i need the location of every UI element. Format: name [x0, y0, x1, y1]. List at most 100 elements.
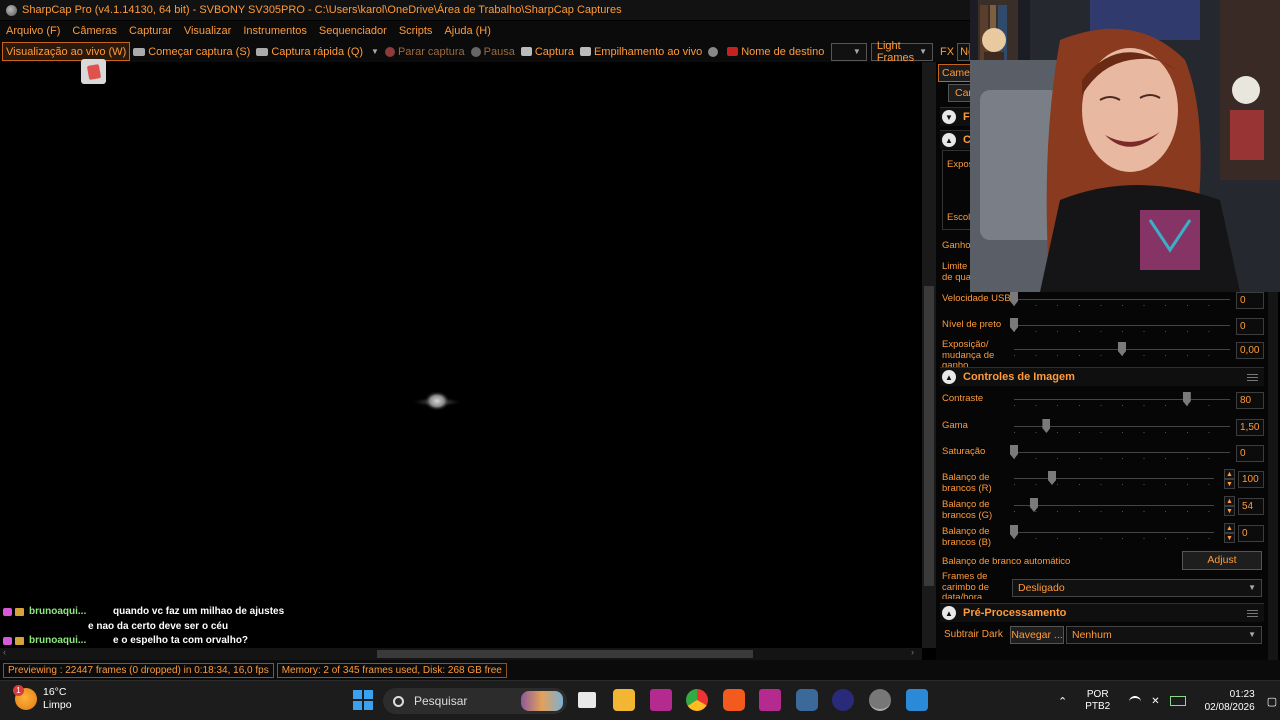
task-view-icon[interactable]: [578, 692, 596, 708]
timestamp-select[interactable]: Desligado ▼: [1012, 579, 1262, 597]
gamma-slider[interactable]: [1042, 419, 1051, 433]
chat-badge-icon: [3, 637, 12, 645]
notification-icon[interactable]: ▢: [1267, 695, 1277, 708]
wb-red-stepper[interactable]: ▲ ▼: [1224, 469, 1235, 489]
brave-icon[interactable]: [723, 689, 745, 711]
chevron-down-icon[interactable]: ▼: [371, 47, 379, 56]
image-controls-section[interactable]: ▲ Controles de Imagem: [940, 367, 1264, 386]
wb-red-slider[interactable]: [1048, 471, 1056, 485]
taskbar-search[interactable]: Pesquisar: [383, 688, 567, 714]
preview-vertical-scrollbar[interactable]: [922, 62, 936, 648]
camera-icon: [256, 47, 269, 56]
hamburger-menu-icon[interactable]: [1247, 609, 1258, 617]
live-view-label: Visualização ao vivo (W): [6, 45, 127, 58]
arrow-down-icon[interactable]: ▼: [1224, 506, 1235, 516]
app-blue-icon[interactable]: [906, 689, 928, 711]
chat-badge-icon: [15, 608, 24, 616]
exposure-gain-value[interactable]: 0,00: [1236, 342, 1264, 359]
stellarium-icon[interactable]: [832, 689, 854, 711]
contrast-row: Contraste 80: [942, 390, 1264, 414]
camera-app-icon[interactable]: [796, 689, 818, 711]
contrast-value[interactable]: 80: [1236, 392, 1264, 409]
snapshot-button[interactable]: Captura: [518, 42, 577, 61]
adjust-button[interactable]: Adjust: [1182, 551, 1262, 570]
menu-sequencer[interactable]: Sequenciador: [313, 25, 393, 37]
dark-frame-select[interactable]: Nenhum ▼: [1066, 626, 1262, 644]
subtract-dark-label: Subtrair Dark: [944, 629, 1003, 640]
chevron-down-icon: ▼: [919, 47, 928, 56]
file-explorer-icon[interactable]: [613, 689, 635, 711]
section-f-title: F: [963, 111, 970, 123]
hamburger-menu-icon[interactable]: [1247, 373, 1258, 381]
target-name-dropdown[interactable]: ▼: [831, 42, 867, 61]
pause-button[interactable]: Pausa: [468, 42, 518, 61]
language-indicator[interactable]: POR PTB2: [1085, 689, 1110, 713]
target-icon: [727, 47, 739, 56]
menu-view[interactable]: Visualizar: [178, 25, 238, 37]
start-capture-button[interactable]: Começar captura (S): [130, 42, 253, 61]
usb-speed-row: Velocidade USB 0: [942, 290, 1264, 314]
menu-cameras[interactable]: Câmeras: [66, 25, 123, 37]
usb-speed-value[interactable]: 0: [1236, 292, 1264, 309]
auto-wb-label: Balanço de branco automático: [942, 556, 1071, 567]
wb-green-slider[interactable]: [1030, 498, 1038, 512]
stop-capture-button[interactable]: Parar captura: [382, 42, 468, 61]
app-pink-icon[interactable]: [650, 689, 672, 711]
preprocessing-section[interactable]: ▲ Pré-Processamento: [940, 603, 1264, 622]
app-pink-2-icon[interactable]: [759, 689, 781, 711]
menu-help[interactable]: Ajuda (H): [438, 25, 496, 37]
menu-capture[interactable]: Capturar: [123, 25, 178, 37]
camera-button[interactable]: Car: [948, 84, 972, 102]
snapshot-label: Captura: [534, 45, 574, 58]
clock[interactable]: 01:23 02/08/2026: [1205, 688, 1255, 714]
arrow-down-icon[interactable]: ▼: [1224, 533, 1235, 543]
black-level-value[interactable]: 0: [1236, 318, 1264, 335]
chat-badge-icon: [3, 608, 12, 616]
windows-taskbar: 1 16°C Limpo Pesquisar ⌃ POR PTB2 ✕ 01:2…: [0, 680, 1280, 720]
wb-green-label: Balanço de brancos (G): [942, 499, 993, 521]
preview-status: Previewing : 22447 frames (0 dropped) in…: [3, 662, 274, 678]
arrow-up-icon[interactable]: ▲: [1224, 523, 1235, 533]
arrow-up-icon[interactable]: ▲: [1224, 496, 1235, 506]
camera-tab[interactable]: Camer: [938, 64, 974, 82]
preview-horizontal-scrollbar[interactable]: ‹ ›: [0, 647, 922, 660]
stop-capture-label: Parar captura: [397, 45, 465, 58]
snapshot-icon: [520, 47, 532, 56]
panel-scrollbar[interactable]: [1268, 290, 1278, 660]
chevron-up-icon[interactable]: ⌃: [1058, 695, 1067, 708]
exposure-gain-slider[interactable]: [1118, 342, 1126, 356]
chat-username: brunoaqui...: [29, 606, 87, 617]
arrow-up-icon[interactable]: ▲: [1224, 469, 1235, 479]
browse-button[interactable]: Navegar ...: [1010, 626, 1064, 644]
fx-text: FX: [940, 45, 955, 58]
live-preview[interactable]: [0, 62, 922, 648]
live-stack-button[interactable]: Empilhamento ao vivo: [577, 42, 705, 61]
windows-start-icon[interactable]: [352, 689, 374, 711]
wb-blue-value[interactable]: 0: [1238, 525, 1264, 542]
menu-tools[interactable]: Instrumentos: [237, 25, 313, 37]
arrow-down-icon[interactable]: ▼: [1224, 479, 1235, 489]
frame-type-dropdown[interactable]: Light Frames ▼: [870, 40, 934, 64]
wb-red-value[interactable]: 100: [1238, 471, 1264, 488]
wifi-icon[interactable]: [1129, 696, 1142, 706]
saturation-value[interactable]: 0: [1236, 445, 1264, 462]
live-view-button[interactable]: Visualização ao vivo (W): [2, 42, 131, 61]
contrast-slider[interactable]: [1182, 392, 1191, 406]
speaker-muted-icon[interactable]: ✕: [1151, 696, 1159, 707]
chrome-icon[interactable]: [686, 689, 708, 711]
menu-scripts[interactable]: Scripts: [393, 25, 439, 37]
battery-icon[interactable]: [1169, 696, 1186, 706]
stream-chat-overlay: brunoaqui... quando vc faz um milhao de …: [3, 606, 303, 650]
wb-blue-stepper[interactable]: ▲ ▼: [1224, 523, 1235, 543]
menu-file[interactable]: Arquivo (F): [0, 25, 66, 37]
wb-green-stepper[interactable]: ▲ ▼: [1224, 496, 1235, 516]
note-overlay-icon[interactable]: [81, 59, 106, 84]
weather-widget[interactable]: 1 16°C Limpo: [13, 685, 72, 712]
fx-label: FX: [937, 42, 957, 61]
gamma-value[interactable]: 1,50: [1236, 419, 1264, 436]
fx-dropdown[interactable]: Nenh: [957, 42, 970, 61]
wb-green-value[interactable]: 54: [1238, 498, 1264, 515]
sharpcap-taskbar-icon[interactable]: [869, 689, 891, 711]
scroll-right-icon[interactable]: ›: [911, 647, 914, 657]
quick-capture-button[interactable]: Captura rápida (Q) ▼: [253, 42, 382, 61]
